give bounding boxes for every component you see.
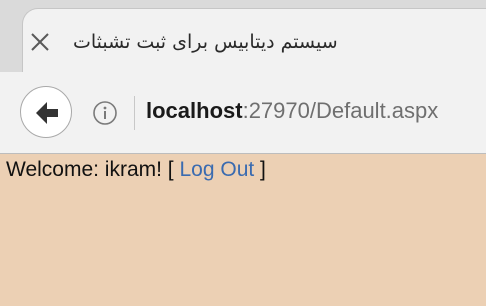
back-button[interactable] [20, 86, 72, 138]
browser-toolbar: localhost:27970/Default.aspx [0, 72, 486, 154]
browser-tab[interactable]: سیستم دیتابیس برای ثبت تشبثات [22, 8, 486, 72]
logout-link[interactable]: Log Out [179, 158, 254, 181]
close-icon[interactable] [23, 25, 57, 59]
welcome-text: Welcome: ikram! [ [6, 158, 180, 181]
url-host: localhost [146, 98, 243, 123]
tab-title: سیستم دیتابیس برای ثبت تشبثات [73, 31, 338, 53]
url-separator [134, 96, 135, 130]
address-bar[interactable]: localhost:27970/Default.aspx [146, 98, 438, 124]
info-icon[interactable] [92, 100, 118, 126]
back-arrow-icon [36, 102, 58, 124]
tab-strip: سیستم دیتابیس برای ثبت تشبثات [0, 0, 486, 72]
url-path: :27970/Default.aspx [242, 98, 439, 123]
welcome-line: Welcome: ikram! [ Log Out ] [6, 158, 266, 182]
welcome-suffix: ] [254, 158, 266, 181]
